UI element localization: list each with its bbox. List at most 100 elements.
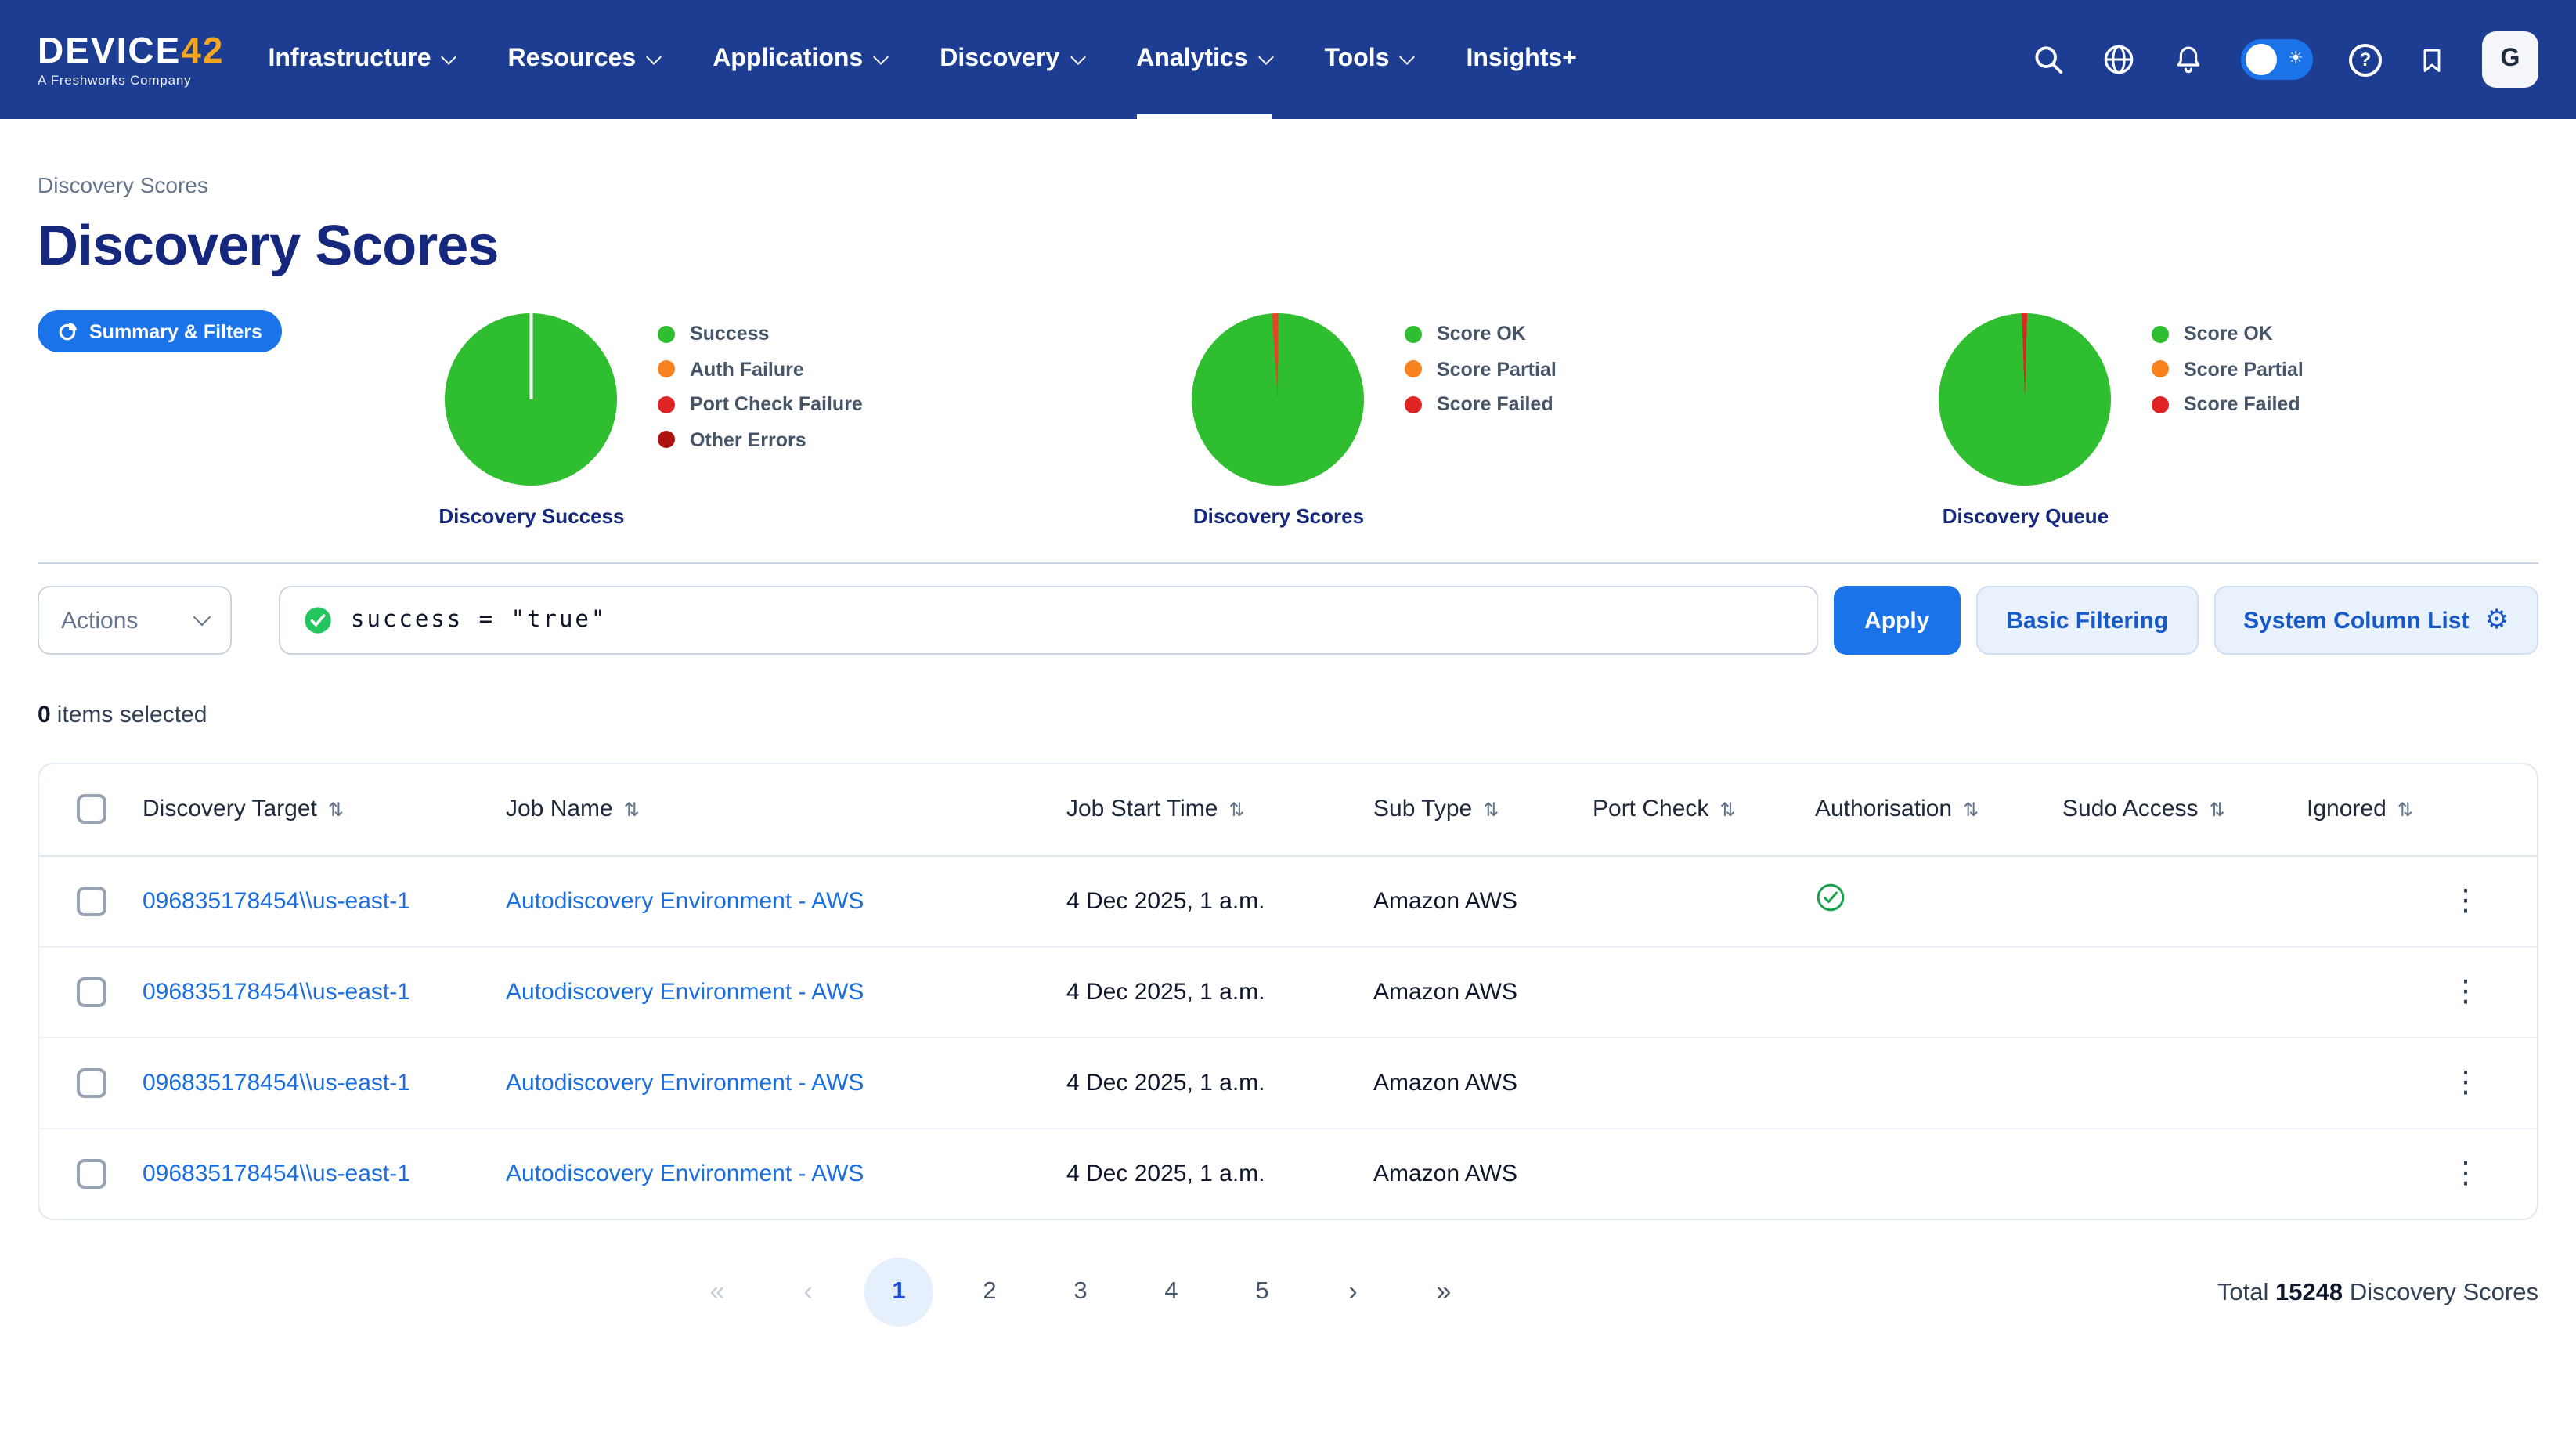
- theme-toggle[interactable]: ☀: [2241, 39, 2313, 80]
- discovery-target-link[interactable]: 096835178454\\us-east-1: [143, 1069, 410, 1096]
- table-row: 096835178454\\us-east-1 Autodiscovery En…: [39, 855, 2538, 946]
- sub-type-cell: Amazon AWS: [1373, 1128, 1593, 1219]
- discovery-target-link[interactable]: 096835178454\\us-east-1: [143, 887, 410, 914]
- sort-icon: ⇅: [1963, 800, 1979, 822]
- sudo-access-cell: [2062, 946, 2307, 1037]
- sort-icon: ⇅: [1228, 800, 1244, 822]
- top-navbar: DEVICE42 A Freshworks Company Infrastruc…: [0, 0, 2576, 119]
- chart-discovery-queue: Discovery Queue Score OK Score Partial S…: [1939, 313, 2576, 528]
- column-header-job-start-time[interactable]: Job Start Time⇅: [1066, 764, 1373, 855]
- bookmark-icon[interactable]: [2418, 43, 2446, 76]
- actions-dropdown[interactable]: Actions: [38, 586, 232, 655]
- nav-item-analytics[interactable]: Analytics: [1136, 0, 1271, 119]
- nav-item-discovery[interactable]: Discovery: [940, 0, 1083, 119]
- chevron-down-icon: [1258, 49, 1274, 64]
- chevron-down-icon: [1070, 49, 1085, 64]
- table-row: 096835178454\\us-east-1 Autodiscovery En…: [39, 1128, 2538, 1219]
- job-name-link[interactable]: Autodiscovery Environment - AWS: [506, 1161, 864, 1187]
- chevron-down-icon: [873, 49, 889, 64]
- charts-row: Discovery Success Success Auth Failure P…: [446, 313, 2576, 528]
- legend-dot: [1405, 361, 1423, 378]
- pagination-page-3[interactable]: 3: [1046, 1258, 1115, 1327]
- chart-title: Discovery Scores: [1193, 504, 1364, 528]
- job-name-link[interactable]: Autodiscovery Environment - AWS: [506, 887, 864, 914]
- column-header-job-name[interactable]: Job Name⇅: [506, 764, 1066, 855]
- authorised-check-icon: [1815, 882, 1846, 913]
- items-selected-line: 0items selected: [38, 702, 2538, 728]
- sort-icon: ⇅: [2209, 800, 2224, 822]
- nav-item-resources[interactable]: Resources: [508, 0, 660, 119]
- legend-item: Score Partial: [1405, 352, 1557, 387]
- pagination-prev-button[interactable]: ‹: [774, 1258, 842, 1327]
- pie-discovery-scores: [1192, 313, 1365, 486]
- nav-item-insights-plus[interactable]: Insights+: [1466, 0, 1600, 119]
- discovery-scores-table: Discovery Target⇅ Job Name⇅ Job Start Ti…: [39, 764, 2538, 1219]
- pagination-next-button[interactable]: ›: [1319, 1258, 1387, 1327]
- row-checkbox[interactable]: [76, 1067, 106, 1097]
- select-all-checkbox[interactable]: [76, 795, 106, 825]
- help-icon[interactable]: ?: [2349, 43, 2382, 76]
- discovery-target-link[interactable]: 096835178454\\us-east-1: [143, 1161, 410, 1187]
- legend-item: Port Check Failure: [658, 387, 863, 422]
- pagination-page-1[interactable]: 1: [864, 1258, 933, 1327]
- avatar[interactable]: G: [2482, 31, 2538, 88]
- apply-button[interactable]: Apply: [1833, 586, 1961, 655]
- device42-logo[interactable]: DEVICE42 A Freshworks Company: [38, 0, 224, 119]
- pagination-page-4[interactable]: 4: [1137, 1258, 1206, 1327]
- row-menu-kebab-icon[interactable]: ⋮: [2451, 1067, 2480, 1097]
- filter-query-field[interactable]: [279, 586, 1817, 655]
- row-checkbox[interactable]: [76, 977, 106, 1006]
- globe-icon[interactable]: [2102, 42, 2136, 77]
- pie-discovery-success: [446, 313, 618, 486]
- ignored-cell: [2307, 1037, 2451, 1128]
- system-column-list-button[interactable]: System Column List ⚙: [2213, 586, 2538, 655]
- legend-item: Success: [658, 316, 863, 352]
- legend-dot: [658, 432, 676, 449]
- nav-item-applications[interactable]: Applications: [713, 0, 886, 119]
- sub-type-cell: Amazon AWS: [1373, 1037, 1593, 1128]
- chart-title: Discovery Queue: [1943, 504, 2109, 528]
- row-checkbox[interactable]: [76, 1159, 106, 1189]
- bell-icon[interactable]: [2172, 42, 2205, 77]
- column-header-sudo-access[interactable]: Sudo Access⇅: [2062, 764, 2307, 855]
- column-header-authorisation[interactable]: Authorisation⇅: [1815, 764, 2062, 855]
- sudo-access-cell: [2062, 855, 2307, 946]
- row-menu-kebab-icon[interactable]: ⋮: [2451, 886, 2480, 915]
- sudo-access-cell: [2062, 1037, 2307, 1128]
- pie-discovery-queue: [1939, 313, 2112, 486]
- column-header-sub-type[interactable]: Sub Type⇅: [1373, 764, 1593, 855]
- search-icon[interactable]: [2033, 43, 2065, 76]
- sort-icon: ⇅: [2397, 800, 2413, 822]
- gear-icon: ⚙: [2485, 607, 2509, 634]
- job-name-link[interactable]: Autodiscovery Environment - AWS: [506, 1069, 864, 1096]
- summary-filters-button[interactable]: Summary & Filters: [38, 310, 283, 352]
- table-footer: « ‹ 1 2 3 4 5 › » Total 15248 Discovery …: [0, 1220, 2576, 1352]
- nav-item-tools[interactable]: Tools: [1325, 0, 1413, 119]
- pagination-page-2[interactable]: 2: [955, 1258, 1024, 1327]
- legend-dot: [2152, 326, 2170, 343]
- legend-dot: [658, 361, 676, 378]
- row-menu-kebab-icon[interactable]: ⋮: [2451, 977, 2480, 1006]
- job-name-link[interactable]: Autodiscovery Environment - AWS: [506, 978, 864, 1005]
- chevron-down-icon: [1400, 49, 1416, 64]
- pagination-page-5[interactable]: 5: [1228, 1258, 1297, 1327]
- filter-toolbar: Actions Apply Basic Filtering System Col…: [38, 586, 2538, 655]
- basic-filtering-button[interactable]: Basic Filtering: [1976, 586, 2198, 655]
- port-check-cell: [1593, 946, 1815, 1037]
- job-start-time-cell: 4 Dec 2025, 1 a.m.: [1066, 855, 1373, 946]
- filter-query-input[interactable]: [351, 608, 1794, 633]
- port-check-cell: [1593, 855, 1815, 946]
- row-checkbox[interactable]: [76, 886, 106, 915]
- pagination-first-button[interactable]: «: [683, 1258, 752, 1327]
- pagination-last-button[interactable]: »: [1409, 1258, 1478, 1327]
- row-menu-kebab-icon[interactable]: ⋮: [2451, 1159, 2480, 1189]
- chart-discovery-scores: Discovery Scores Score OK Score Partial …: [1192, 313, 1939, 528]
- discovery-target-link[interactable]: 096835178454\\us-east-1: [143, 978, 410, 1005]
- nav-item-infrastructure[interactable]: Infrastructure: [268, 0, 454, 119]
- column-header-discovery-target[interactable]: Discovery Target⇅: [143, 764, 506, 855]
- port-check-cell: [1593, 1128, 1815, 1219]
- chart-title: Discovery Success: [438, 504, 624, 528]
- breadcrumb[interactable]: Discovery Scores: [38, 172, 2538, 197]
- column-header-ignored[interactable]: Ignored⇅: [2307, 764, 2451, 855]
- column-header-port-check[interactable]: Port Check⇅: [1593, 764, 1815, 855]
